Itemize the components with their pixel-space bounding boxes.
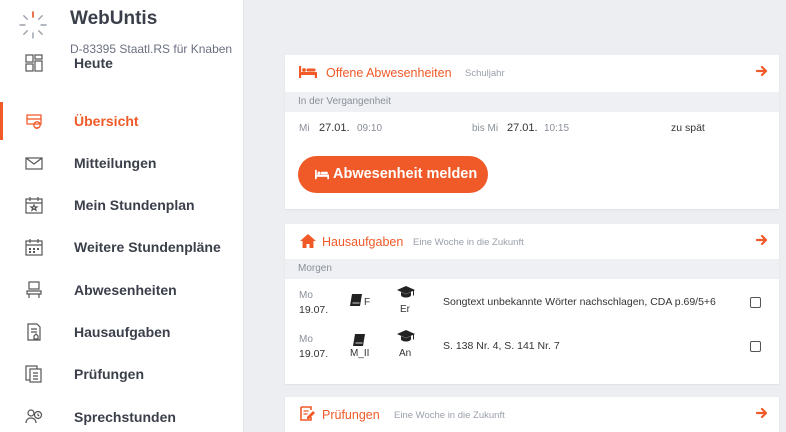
calendar-grid-icon bbox=[25, 239, 43, 256]
absence-from-time: 09:10 bbox=[357, 123, 383, 134]
homework-subject: M_II bbox=[350, 348, 370, 359]
sidebar-item-uebersicht[interactable]: Übersicht bbox=[0, 100, 243, 142]
dashboard-icon bbox=[25, 54, 43, 72]
exams-subtitle: Eine Woche in die Zukunft bbox=[394, 410, 505, 421]
sidebar-item-sprechstunden[interactable]: Sprechstunden bbox=[0, 396, 243, 432]
sidebar-item-abwesenheiten[interactable]: Abwesenheiten bbox=[0, 269, 243, 311]
absence-to-date: 27.01. bbox=[507, 122, 538, 134]
sidebar-item-label: Abwesenheiten bbox=[74, 282, 177, 298]
section-header: Morgen bbox=[285, 259, 779, 279]
homework-text: Songtext unbekannte Wörter nachschlagen,… bbox=[443, 296, 716, 308]
sidebar-item-mein-stundenplan[interactable]: Mein Stundenplan bbox=[0, 184, 243, 226]
homework-done-checkbox[interactable] bbox=[750, 297, 761, 308]
book-icon bbox=[353, 334, 365, 346]
sidebar-item-label: Sprechstunden bbox=[74, 409, 176, 425]
homework-card-header[interactable]: Hausaufgaben Eine Woche in die Zukunft bbox=[285, 224, 779, 258]
homework-done-checkbox[interactable] bbox=[750, 341, 761, 352]
homework-day: Mo bbox=[299, 334, 313, 345]
house-icon bbox=[300, 234, 316, 248]
homework-date: 19.07. bbox=[299, 348, 329, 360]
overview-icon bbox=[26, 114, 42, 130]
homework-icon bbox=[27, 323, 41, 341]
arrow-right-icon[interactable] bbox=[755, 406, 769, 420]
report-absence-label: Abwesenheit melden bbox=[333, 166, 478, 182]
sidebar-item-heute[interactable]: Heute bbox=[0, 42, 243, 84]
homework-text: S. 138 Nr. 4, S. 141 Nr. 7 bbox=[443, 340, 560, 352]
sidebar-item-mitteilungen[interactable]: Mitteilungen bbox=[0, 142, 243, 184]
app-title: WebUntis bbox=[70, 8, 158, 29]
main-content: Offene Abwesenheiten Schuljahr In der Ve… bbox=[244, 0, 786, 432]
homework-subject: F bbox=[364, 297, 371, 308]
sidebar-item-label: Prüfungen bbox=[74, 366, 144, 382]
book-icon bbox=[350, 294, 362, 306]
active-indicator bbox=[0, 102, 3, 140]
sidebar-item-label: Weitere Stundenpläne bbox=[74, 239, 221, 255]
section-label: In der Vergangenheit bbox=[298, 96, 391, 107]
sidebar: WebUntis D-83395 Staatl.RS für Knaben He… bbox=[0, 0, 244, 432]
sidebar-item-label: Hausaufgaben bbox=[74, 324, 171, 340]
exams-card-header[interactable]: Prüfungen Eine Woche in die Zukunft bbox=[285, 397, 779, 431]
absence-icon bbox=[26, 281, 42, 298]
bed-icon bbox=[299, 66, 317, 78]
homework-title: Hausaufgaben bbox=[322, 235, 404, 249]
absence-to-time: 10:15 bbox=[544, 123, 570, 134]
arrow-right-icon[interactable] bbox=[755, 233, 769, 247]
exam-edit-icon bbox=[300, 406, 315, 421]
absences-subtitle: Schuljahr bbox=[465, 68, 505, 79]
absence-from-day: Mi bbox=[299, 123, 310, 134]
graduation-cap-icon bbox=[397, 286, 415, 298]
sidebar-item-pruefungen[interactable]: Prüfungen bbox=[0, 353, 243, 395]
envelope-icon bbox=[25, 157, 43, 170]
graduation-cap-icon bbox=[397, 330, 415, 342]
section-header: In der Vergangenheit bbox=[285, 92, 779, 112]
absence-to-prefix: bis Mi bbox=[472, 123, 499, 134]
sidebar-item-label: Übersicht bbox=[74, 113, 139, 129]
homework-teacher: An bbox=[399, 348, 412, 359]
calendar-star-icon bbox=[25, 197, 43, 214]
sidebar-item-weitere-stundenplaene[interactable]: Weitere Stundenpläne bbox=[0, 226, 243, 268]
absence-status: zu spät bbox=[671, 122, 705, 134]
homework-day: Mo bbox=[299, 290, 313, 301]
homework-card: Hausaufgaben Eine Woche in die Zukunft M… bbox=[285, 224, 779, 384]
exams-card: Prüfungen Eine Woche in die Zukunft bbox=[285, 397, 779, 432]
webuntis-logo-icon bbox=[19, 11, 47, 39]
bed-icon bbox=[315, 169, 329, 180]
homework-date: 19.07. bbox=[299, 304, 329, 316]
sidebar-item-label: Mein Stundenplan bbox=[74, 197, 195, 213]
sidebar-item-label: Mitteilungen bbox=[74, 155, 157, 171]
homework-subtitle: Eine Woche in die Zukunft bbox=[413, 237, 524, 248]
consultation-icon bbox=[25, 409, 43, 424]
section-label: Morgen bbox=[298, 263, 332, 274]
arrow-right-icon[interactable] bbox=[755, 64, 769, 78]
exams-title: Prüfungen bbox=[322, 408, 380, 422]
exams-icon bbox=[25, 365, 42, 383]
homework-teacher: Er bbox=[400, 304, 410, 315]
absences-card-header[interactable]: Offene Abwesenheiten Schuljahr bbox=[285, 55, 779, 89]
report-absence-button[interactable]: Abwesenheit melden bbox=[298, 156, 488, 193]
absences-title: Offene Abwesenheiten bbox=[326, 66, 452, 80]
absence-from-date: 27.01. bbox=[319, 122, 350, 134]
sidebar-item-label: Heute bbox=[74, 55, 113, 71]
sidebar-item-hausaufgaben[interactable]: Hausaufgaben bbox=[0, 311, 243, 353]
